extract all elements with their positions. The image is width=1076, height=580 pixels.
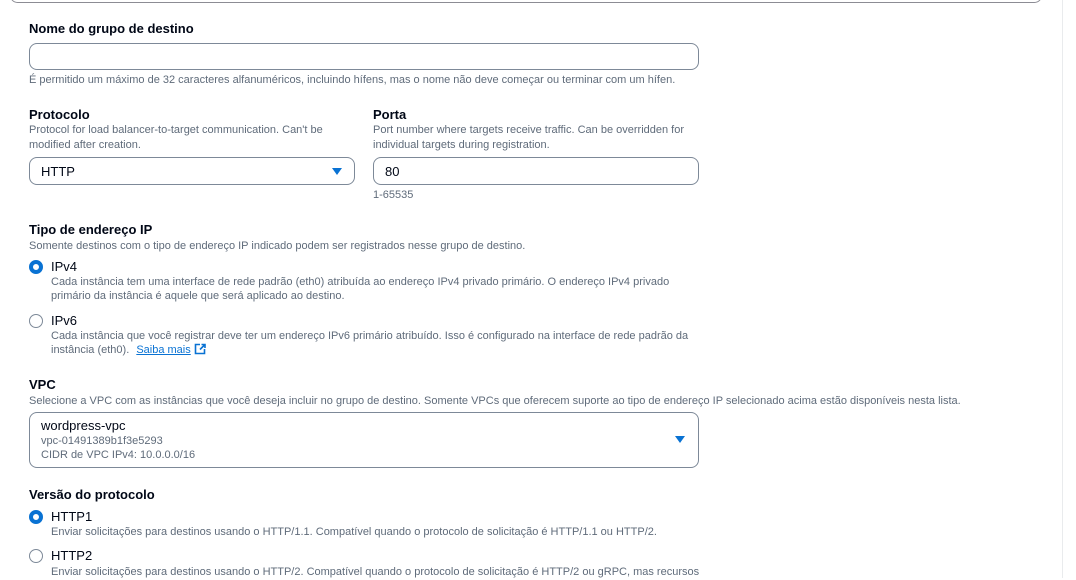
vpc-label: VPC <box>29 377 56 392</box>
protocol-description-line1: Protocol for load balancer-to-target com… <box>29 124 323 136</box>
ipv6-radio-label[interactable]: IPv6 <box>51 313 77 329</box>
ipv6-description-line2: instância (eth0). <box>51 344 130 356</box>
ip-address-type-description: Somente destinos com o tipo de endereço … <box>29 240 526 252</box>
ipv4-radio[interactable] <box>29 260 43 274</box>
ipv4-description-line1: Cada instância tem uma interface de rede… <box>51 276 670 288</box>
ipv6-description-line1: Cada instância que você registrar deve t… <box>51 330 689 342</box>
http2-radio-label[interactable]: HTTP2 <box>51 548 92 564</box>
ipv6-description-line2-wrap: instância (eth0). Saiba mais <box>51 343 207 358</box>
target-group-name-label: Nome do grupo de destino <box>29 21 194 36</box>
target-group-name-constraint: É permitido um máximo de 32 caracteres a… <box>29 74 676 86</box>
port-input[interactable] <box>373 157 699 185</box>
http1-radio-label[interactable]: HTTP1 <box>51 509 92 525</box>
ip-address-type-label: Tipo de endereço IP <box>29 222 153 237</box>
http2-radio[interactable] <box>29 549 43 563</box>
ipv4-description-line2: primário da instância é aquele que será … <box>51 290 345 302</box>
vpc-description: Selecione a VPC com as instâncias que vo… <box>29 395 961 407</box>
vpc-selected-cidr: CIDR de VPC IPv4: 10.0.0.0/16 <box>41 449 196 461</box>
http1-radio[interactable] <box>29 510 43 524</box>
vpc-select[interactable]: wordpress-vpc vpc-01491389b1f3e5293 CIDR… <box>29 412 699 468</box>
ipv4-radio-label[interactable]: IPv4 <box>51 259 77 275</box>
protocol-label: Protocolo <box>29 107 90 122</box>
learn-more-link[interactable]: Saiba mais <box>136 343 206 356</box>
learn-more-link-label[interactable]: Saiba mais <box>136 344 190 356</box>
protocol-selected-value: HTTP <box>41 164 75 179</box>
port-range-hint: 1-65535 <box>373 189 414 201</box>
caret-down-icon <box>675 436 685 443</box>
caret-down-icon <box>332 168 342 175</box>
vpc-selected-id: vpc-01491389b1f3e5293 <box>41 435 163 447</box>
port-label: Porta <box>373 107 407 122</box>
external-link-icon <box>194 343 206 355</box>
protocol-version-label: Versão do protocolo <box>29 487 155 502</box>
vpc-selected-name: wordpress-vpc <box>41 418 126 433</box>
protocol-description-line2: modified after creation. <box>29 139 141 151</box>
port-description-line1: Port number where targets receive traffi… <box>373 124 685 136</box>
previous-section-box <box>10 0 1042 3</box>
panel-right-border <box>1062 0 1063 578</box>
http1-description: Enviar solicitações para destinos usando… <box>51 526 657 538</box>
port-description-line2: individual targets during registration. <box>373 139 550 151</box>
ipv6-radio[interactable] <box>29 314 43 328</box>
target-group-name-input[interactable] <box>29 43 699 70</box>
protocol-select[interactable]: HTTP <box>29 157 355 185</box>
